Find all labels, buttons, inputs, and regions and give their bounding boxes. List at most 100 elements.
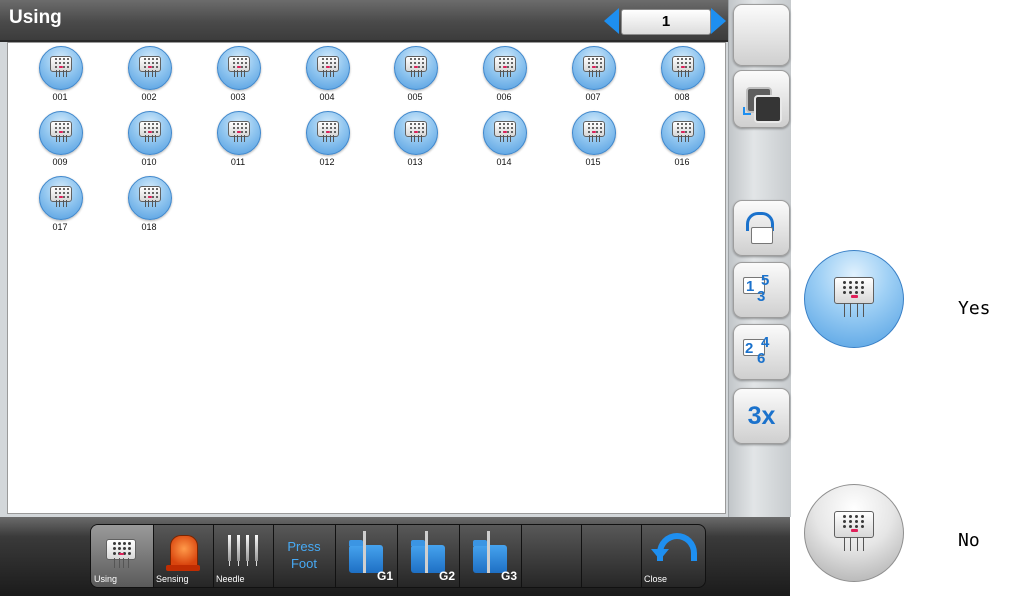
foot-number: 003 [230, 92, 246, 102]
group-g2-button[interactable]: G2 [397, 525, 460, 587]
foot-selected-icon [394, 111, 438, 155]
foot-number: 007 [585, 92, 601, 102]
foot-selected-icon [572, 46, 616, 90]
group-number: 5 [761, 272, 770, 289]
foot-tile[interactable]: 006 [469, 46, 539, 110]
foot-tile[interactable]: 011 [203, 111, 273, 175]
group-number: 1 [746, 278, 755, 295]
foot-number: 001 [52, 92, 68, 102]
presser-foot-icon [317, 121, 339, 143]
sensing-button[interactable]: Sensing [153, 525, 214, 587]
needle-label: Needle [216, 574, 245, 584]
foot-selected-icon [39, 176, 83, 220]
presser-foot-icon [106, 539, 136, 569]
foot-number: 015 [585, 157, 601, 167]
foot-number: 016 [674, 157, 690, 167]
press-foot-button[interactable]: Press Foot [273, 525, 336, 587]
presser-foot-icon [494, 121, 516, 143]
foot-selected-icon [217, 111, 261, 155]
presser-foot-icon [50, 56, 72, 78]
presser-foot-icon [139, 186, 161, 208]
foot-selected-icon [128, 176, 172, 220]
foot-tile[interactable]: 018 [114, 176, 184, 240]
foot-selected-icon [39, 111, 83, 155]
presser-foot-icon [405, 56, 427, 78]
foot-number: 011 [230, 157, 246, 167]
foot-tile[interactable]: 015 [558, 111, 628, 175]
presser-foot-icon [834, 511, 874, 551]
page-title: Using [9, 7, 62, 28]
presser-foot-icon [50, 121, 72, 143]
foot-number: 009 [52, 157, 68, 167]
foot-tile[interactable]: 012 [292, 111, 362, 175]
arrow-left-icon[interactable] [604, 8, 619, 34]
foot-tile[interactable]: 004 [292, 46, 362, 110]
group-135-button[interactable]: 1 5 3 [733, 262, 790, 318]
foot-tile[interactable]: 007 [558, 46, 628, 110]
foot-tile[interactable]: 002 [114, 46, 184, 110]
legend-selected-foot-icon [804, 250, 904, 348]
foot-number: 012 [319, 157, 335, 167]
presser-foot-icon [228, 121, 250, 143]
foot-selected-icon [306, 46, 350, 90]
using-label: Using [94, 574, 118, 584]
foot-selected-icon [39, 46, 83, 90]
times-button[interactable]: 3x [733, 388, 790, 444]
foot-selected-icon [128, 111, 172, 155]
foot-tile[interactable]: 009 [25, 111, 95, 175]
foot-tile[interactable]: 005 [380, 46, 450, 110]
blank-button[interactable] [733, 4, 790, 66]
foot-tile[interactable]: 008 [647, 46, 717, 110]
g2-label: G2 [438, 569, 455, 583]
group-246-button[interactable]: 2 4 6 [733, 324, 790, 380]
presser-foot-icon [105, 537, 137, 571]
arrow-right-icon[interactable] [711, 8, 726, 34]
presser-foot-icon [139, 56, 161, 78]
title-bar: Using 1 [0, 0, 728, 42]
needle-icon [237, 535, 240, 566]
g3-label: G3 [500, 569, 517, 583]
copy-button[interactable] [733, 70, 790, 128]
foot-tile[interactable]: 013 [380, 111, 450, 175]
lamp-icon [170, 535, 198, 569]
presser-foot-icon [139, 121, 161, 143]
empty-button[interactable] [521, 525, 582, 587]
foot-selected-icon [128, 46, 172, 90]
close-button[interactable]: Close [641, 525, 705, 587]
presser-foot-icon [672, 121, 694, 143]
needle-icon [228, 535, 231, 566]
foot-tile[interactable]: 001 [25, 46, 95, 110]
needle-icon [255, 535, 258, 566]
foot-number: 008 [674, 92, 690, 102]
foot-selected-icon [306, 111, 350, 155]
foot-number: 010 [141, 157, 157, 167]
foot-number: 004 [319, 92, 335, 102]
loop-foot-button[interactable] [733, 200, 790, 256]
foot-selected-icon [661, 111, 705, 155]
foot-tile[interactable]: 014 [469, 111, 539, 175]
group-g1-button[interactable]: G1 [335, 525, 398, 587]
page-navigator: 1 [604, 8, 726, 35]
presser-foot-icon [317, 56, 339, 78]
foot-tile[interactable]: 003 [203, 46, 273, 110]
foot-number: 017 [52, 222, 68, 232]
presser-foot-icon [672, 56, 694, 78]
group-number: 3 [757, 288, 766, 305]
presser-foot-icon [834, 277, 874, 317]
presser-foot-icon [751, 227, 773, 244]
legend-no-label: No [958, 530, 980, 551]
foot-selected-icon [483, 111, 527, 155]
using-button[interactable]: Using [91, 525, 154, 587]
foot-tile[interactable]: 017 [25, 176, 95, 240]
empty-button[interactable] [581, 525, 642, 587]
sensing-label: Sensing [156, 574, 189, 584]
foot-selected-icon [572, 111, 616, 155]
foot-number: 014 [496, 157, 512, 167]
presser-foot-icon [583, 56, 605, 78]
foot-tile[interactable]: 010 [114, 111, 184, 175]
group-g3-button[interactable]: G3 [459, 525, 522, 587]
group-number: 4 [761, 334, 770, 351]
toolbar: Using Sensing Needle Press Foot G1 G2 G3… [90, 524, 706, 588]
needle-button[interactable]: Needle [213, 525, 274, 587]
foot-tile[interactable]: 016 [647, 111, 717, 175]
